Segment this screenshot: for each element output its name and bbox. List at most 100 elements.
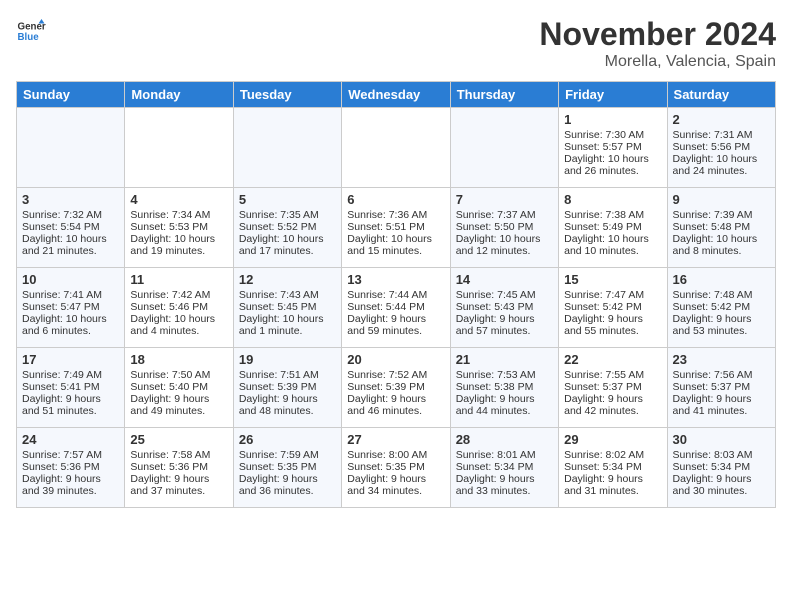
day-info: Daylight: 10 hours and 1 minute.	[239, 313, 336, 337]
day-number: 4	[130, 192, 227, 207]
day-number: 15	[564, 272, 661, 287]
day-number: 12	[239, 272, 336, 287]
day-info: Sunrise: 7:31 AM	[673, 129, 770, 141]
day-info: Sunrise: 7:58 AM	[130, 449, 227, 461]
table-row: 11Sunrise: 7:42 AMSunset: 5:46 PMDayligh…	[125, 268, 233, 348]
table-row: 5Sunrise: 7:35 AMSunset: 5:52 PMDaylight…	[233, 188, 341, 268]
day-info: Sunset: 5:42 PM	[673, 301, 770, 313]
table-row: 24Sunrise: 7:57 AMSunset: 5:36 PMDayligh…	[17, 428, 125, 508]
table-row: 20Sunrise: 7:52 AMSunset: 5:39 PMDayligh…	[342, 348, 450, 428]
day-info: Sunset: 5:52 PM	[239, 221, 336, 233]
day-info: Sunset: 5:35 PM	[239, 461, 336, 473]
day-info: Sunrise: 7:49 AM	[22, 369, 119, 381]
day-info: Sunset: 5:39 PM	[347, 381, 444, 393]
table-row: 14Sunrise: 7:45 AMSunset: 5:43 PMDayligh…	[450, 268, 558, 348]
day-info: Sunrise: 7:34 AM	[130, 209, 227, 221]
day-number: 2	[673, 112, 770, 127]
svg-text:Blue: Blue	[18, 32, 40, 43]
day-info: Sunset: 5:49 PM	[564, 221, 661, 233]
day-info: Sunrise: 7:50 AM	[130, 369, 227, 381]
day-info: Sunrise: 7:42 AM	[130, 289, 227, 301]
day-info: Sunrise: 7:41 AM	[22, 289, 119, 301]
header-tuesday: Tuesday	[233, 82, 341, 108]
day-info: Sunset: 5:45 PM	[239, 301, 336, 313]
table-row: 4Sunrise: 7:34 AMSunset: 5:53 PMDaylight…	[125, 188, 233, 268]
day-number: 24	[22, 432, 119, 447]
day-number: 7	[456, 192, 553, 207]
day-info: Sunset: 5:41 PM	[22, 381, 119, 393]
calendar-week-row: 17Sunrise: 7:49 AMSunset: 5:41 PMDayligh…	[17, 348, 776, 428]
day-info: Sunrise: 7:53 AM	[456, 369, 553, 381]
day-info: Daylight: 10 hours and 24 minutes.	[673, 153, 770, 177]
day-number: 9	[673, 192, 770, 207]
table-row: 15Sunrise: 7:47 AMSunset: 5:42 PMDayligh…	[559, 268, 667, 348]
day-info: Sunset: 5:42 PM	[564, 301, 661, 313]
day-number: 17	[22, 352, 119, 367]
day-info: Sunset: 5:37 PM	[564, 381, 661, 393]
day-number: 30	[673, 432, 770, 447]
day-info: Sunset: 5:36 PM	[22, 461, 119, 473]
day-info: Daylight: 9 hours and 51 minutes.	[22, 393, 119, 417]
day-info: Sunset: 5:44 PM	[347, 301, 444, 313]
calendar-table: Sunday Monday Tuesday Wednesday Thursday…	[16, 81, 776, 508]
day-number: 28	[456, 432, 553, 447]
day-info: Daylight: 9 hours and 41 minutes.	[673, 393, 770, 417]
table-row: 9Sunrise: 7:39 AMSunset: 5:48 PMDaylight…	[667, 188, 775, 268]
day-number: 3	[22, 192, 119, 207]
table-row: 3Sunrise: 7:32 AMSunset: 5:54 PMDaylight…	[17, 188, 125, 268]
day-info: Daylight: 10 hours and 12 minutes.	[456, 233, 553, 257]
day-info: Daylight: 9 hours and 30 minutes.	[673, 473, 770, 497]
day-info: Sunrise: 7:32 AM	[22, 209, 119, 221]
day-info: Daylight: 9 hours and 36 minutes.	[239, 473, 336, 497]
table-row: 30Sunrise: 8:03 AMSunset: 5:34 PMDayligh…	[667, 428, 775, 508]
day-info: Sunset: 5:43 PM	[456, 301, 553, 313]
day-info: Daylight: 9 hours and 59 minutes.	[347, 313, 444, 337]
logo: General Blue	[16, 16, 46, 46]
day-info: Sunrise: 7:55 AM	[564, 369, 661, 381]
day-info: Daylight: 10 hours and 19 minutes.	[130, 233, 227, 257]
table-row: 28Sunrise: 8:01 AMSunset: 5:34 PMDayligh…	[450, 428, 558, 508]
day-info: Daylight: 9 hours and 53 minutes.	[673, 313, 770, 337]
day-info: Sunrise: 7:56 AM	[673, 369, 770, 381]
day-info: Sunrise: 7:38 AM	[564, 209, 661, 221]
page-header: General Blue November 2024 Morella, Vale…	[16, 16, 776, 71]
day-info: Sunset: 5:38 PM	[456, 381, 553, 393]
day-number: 23	[673, 352, 770, 367]
day-info: Sunrise: 7:47 AM	[564, 289, 661, 301]
day-info: Daylight: 9 hours and 34 minutes.	[347, 473, 444, 497]
calendar-week-row: 3Sunrise: 7:32 AMSunset: 5:54 PMDaylight…	[17, 188, 776, 268]
day-number: 29	[564, 432, 661, 447]
table-row: 1Sunrise: 7:30 AMSunset: 5:57 PMDaylight…	[559, 108, 667, 188]
calendar-week-row: 24Sunrise: 7:57 AMSunset: 5:36 PMDayligh…	[17, 428, 776, 508]
calendar-week-row: 1Sunrise: 7:30 AMSunset: 5:57 PMDaylight…	[17, 108, 776, 188]
day-info: Sunrise: 7:51 AM	[239, 369, 336, 381]
day-info: Sunrise: 8:02 AM	[564, 449, 661, 461]
day-info: Sunset: 5:35 PM	[347, 461, 444, 473]
day-info: Daylight: 10 hours and 10 minutes.	[564, 233, 661, 257]
day-number: 8	[564, 192, 661, 207]
table-row: 29Sunrise: 8:02 AMSunset: 5:34 PMDayligh…	[559, 428, 667, 508]
day-number: 16	[673, 272, 770, 287]
day-info: Sunset: 5:47 PM	[22, 301, 119, 313]
day-info: Sunset: 5:50 PM	[456, 221, 553, 233]
day-info: Sunrise: 7:43 AM	[239, 289, 336, 301]
day-info: Daylight: 10 hours and 17 minutes.	[239, 233, 336, 257]
calendar-week-row: 10Sunrise: 7:41 AMSunset: 5:47 PMDayligh…	[17, 268, 776, 348]
table-row: 7 Sunrise: 7:37 AMSunset: 5:50 PMDaylight…	[450, 188, 558, 268]
day-info: Sunrise: 7:45 AM	[456, 289, 553, 301]
day-info: Sunset: 5:56 PM	[673, 141, 770, 153]
table-row	[342, 108, 450, 188]
day-info: Sunrise: 7:37 AM	[456, 209, 553, 221]
day-info: Daylight: 10 hours and 6 minutes.	[22, 313, 119, 337]
calendar-title: November 2024	[539, 16, 776, 53]
day-info: Daylight: 9 hours and 42 minutes.	[564, 393, 661, 417]
day-info: Sunrise: 8:00 AM	[347, 449, 444, 461]
day-number: 27	[347, 432, 444, 447]
day-info: Daylight: 10 hours and 21 minutes.	[22, 233, 119, 257]
day-info: Daylight: 10 hours and 8 minutes.	[673, 233, 770, 257]
day-info: Sunset: 5:40 PM	[130, 381, 227, 393]
header-wednesday: Wednesday	[342, 82, 450, 108]
day-info: Daylight: 9 hours and 48 minutes.	[239, 393, 336, 417]
day-number: 18	[130, 352, 227, 367]
day-number: 19	[239, 352, 336, 367]
